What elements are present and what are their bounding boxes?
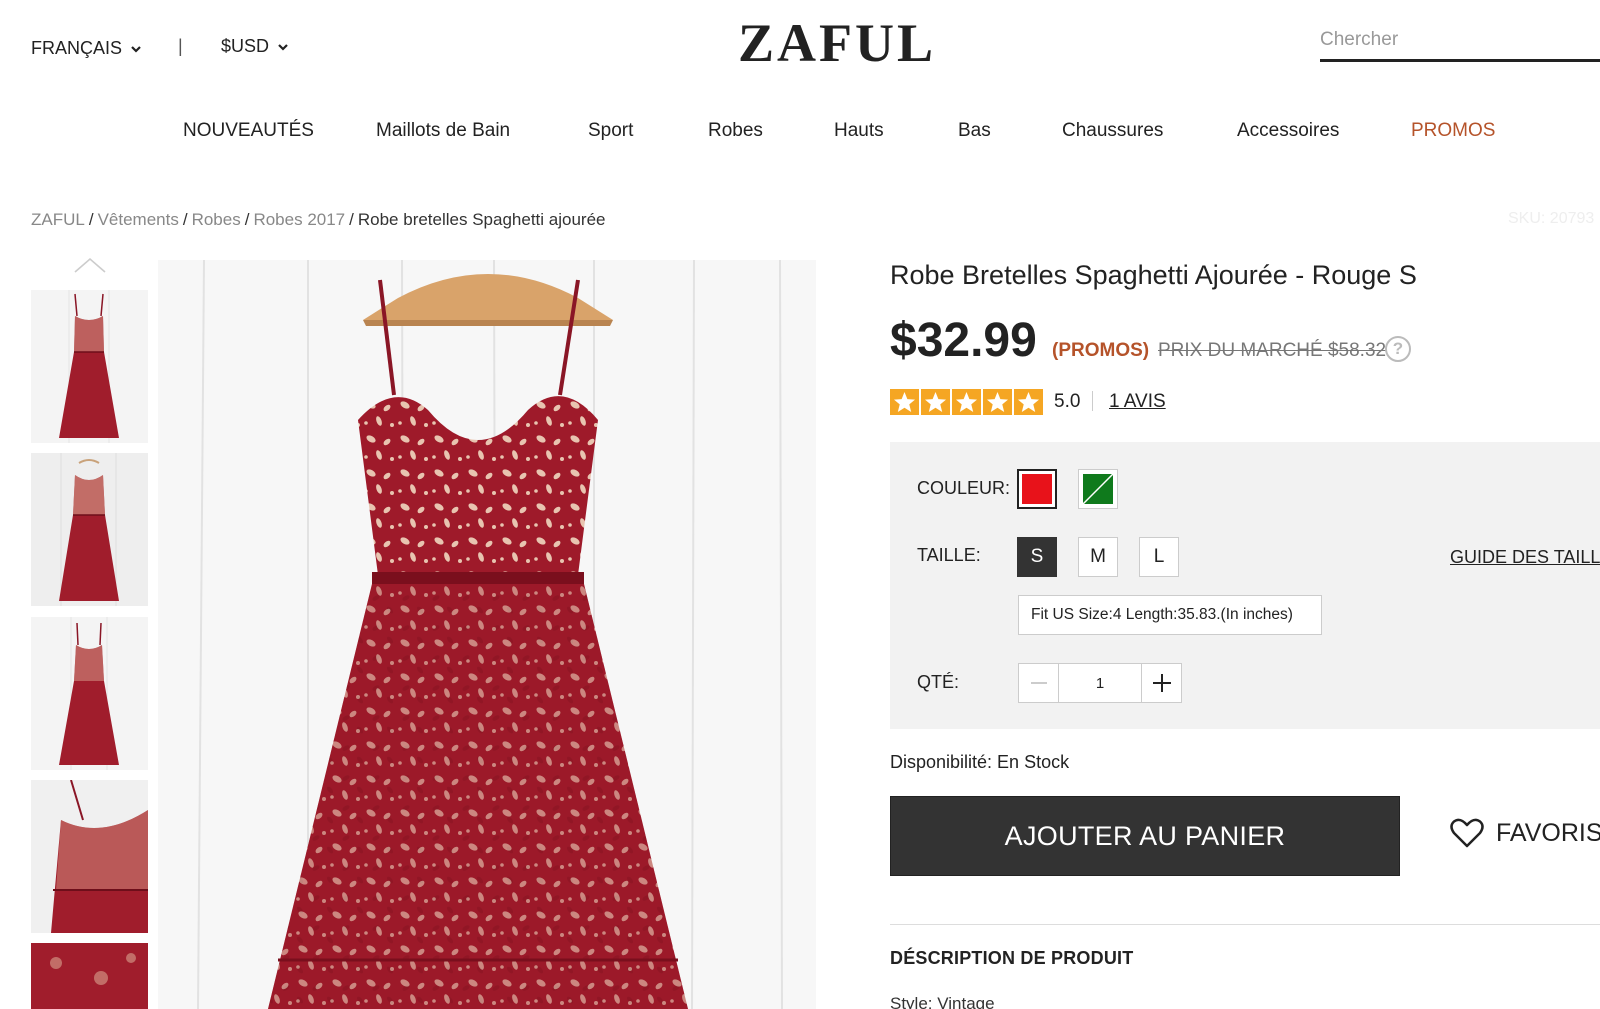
- nav-item-robes[interactable]: Robes: [708, 120, 763, 142]
- rating-stars: [890, 389, 1043, 415]
- size-option-s[interactable]: S: [1017, 537, 1057, 577]
- breadcrumb-separator: /: [349, 210, 354, 229]
- favorites-label: FAVORIS: [1496, 818, 1600, 847]
- language-selector[interactable]: FRANÇAIS: [31, 38, 142, 59]
- size-option-l[interactable]: L: [1139, 537, 1179, 577]
- quantity-label: QTÉ:: [917, 672, 960, 692]
- site-logo[interactable]: ZAFUL: [738, 12, 936, 74]
- dress-main-image: [158, 260, 816, 1009]
- nav-item-nouveautes[interactable]: NOUVEAUTÉS: [183, 120, 314, 142]
- thumbnail-3[interactable]: [31, 617, 148, 770]
- quantity-decrease-button[interactable]: [1019, 664, 1059, 702]
- thumbnail-4[interactable]: [31, 780, 148, 933]
- currency-selector[interactable]: $USD: [221, 36, 289, 57]
- star-icon: [921, 389, 950, 415]
- color-swatch-red[interactable]: [1017, 469, 1057, 509]
- product-price: $32.99: [890, 314, 1037, 367]
- section-divider: [890, 924, 1600, 925]
- sku-label: SKU: 20793: [1508, 210, 1595, 227]
- search-input[interactable]: [1320, 20, 1600, 56]
- breadcrumb-separator: /: [244, 210, 250, 229]
- thumbnail-1[interactable]: [31, 290, 148, 443]
- star-icon: [983, 389, 1012, 415]
- thumbnail-2[interactable]: [31, 453, 148, 606]
- heart-icon: [1450, 818, 1484, 848]
- nav-item-hauts[interactable]: Hauts: [834, 120, 884, 142]
- star-icon: [890, 389, 919, 415]
- dress-thumbnail-image: [31, 453, 148, 606]
- breadcrumb-link-zaful[interactable]: ZAFUL: [31, 210, 85, 229]
- currency-label: $USD: [221, 36, 270, 56]
- nav-item-accessoires[interactable]: Accessoires: [1237, 120, 1339, 142]
- nav-item-maillots[interactable]: Maillots de Bain: [376, 120, 510, 142]
- chevron-down-icon: [278, 43, 288, 51]
- reviews-link[interactable]: 1 AVIS: [1109, 391, 1166, 413]
- breadcrumb-link-robes-2017[interactable]: Robes 2017: [253, 210, 345, 229]
- dress-thumbnail-image: [31, 780, 148, 933]
- size-guide-link[interactable]: GUIDE DES TAILLES: [1450, 547, 1600, 568]
- breadcrumb: ZAFUL / Vêtements / Robes / Robes 2017/Robe br…: [31, 210, 606, 230]
- product-options: COULEUR: TAILLE: S M L GUIDE DES TAILLES…: [890, 442, 1600, 729]
- dress-thumbnail-image: [31, 943, 148, 1009]
- main-product-image[interactable]: [158, 260, 816, 1009]
- star-icon: [952, 389, 981, 415]
- red-swatch-fill: [1022, 474, 1052, 504]
- search-box: [1320, 20, 1600, 62]
- nav-item-promos[interactable]: PROMOS: [1411, 120, 1495, 142]
- top-bar: FRANÇAIS | $USD ZAFUL: [0, 0, 1600, 90]
- breadcrumb-separator: /: [182, 210, 188, 229]
- size-label: TAILLE:: [917, 545, 981, 565]
- quantity-input[interactable]: [1059, 664, 1141, 702]
- header-separator: |: [178, 36, 183, 56]
- minus-icon: [1030, 682, 1047, 684]
- dress-thumbnail-image: [31, 290, 148, 443]
- chevron-down-icon: [131, 45, 141, 53]
- help-icon[interactable]: ?: [1385, 336, 1411, 362]
- nav-item-bas[interactable]: Bas: [958, 120, 991, 142]
- breadcrumb-link-robes[interactable]: Robes: [192, 210, 241, 229]
- green-swatch-fill: [1082, 473, 1114, 505]
- breadcrumb-separator: /: [88, 210, 94, 229]
- rating-value: 5.0: [1054, 391, 1081, 412]
- nav-item-sport[interactable]: Sport: [588, 120, 633, 142]
- color-label: COULEUR:: [917, 478, 1011, 498]
- size-option-m[interactable]: M: [1078, 537, 1118, 577]
- quantity-increase-button[interactable]: [1141, 664, 1181, 702]
- market-price: PRIX DU MARCHÉ $58.32: [1158, 340, 1387, 361]
- plus-icon: [1152, 674, 1171, 692]
- thumbnail-scroll-up-icon[interactable]: [73, 256, 107, 274]
- promo-tag: (PROMOS): [1052, 340, 1150, 361]
- language-label: FRANÇAIS: [31, 38, 123, 58]
- quantity-stepper: [1018, 663, 1182, 703]
- description-style-line: Style: Vintage: [890, 994, 995, 1009]
- main-nav: NOUVEAUTÉS Maillots de Bain Sport Robes …: [0, 120, 1600, 150]
- dress-thumbnail-image: [31, 617, 148, 770]
- star-icon: [1014, 389, 1043, 415]
- rating-divider: [1092, 391, 1093, 411]
- availability-status: Disponibilité: En Stock: [890, 752, 1070, 772]
- fit-info: Fit US Size:4 Length:35.83.(In inches): [1018, 595, 1322, 635]
- thumbnail-5[interactable]: [31, 943, 148, 1009]
- product-title: Robe Bretelles Spaghetti Ajourée - Rouge…: [890, 260, 1417, 290]
- nav-item-chaussures[interactable]: Chaussures: [1062, 120, 1163, 142]
- breadcrumb-current: Robe bretelles Spaghetti ajourée: [357, 210, 606, 229]
- description-heading: DÉSCRIPTION DE PRODUIT: [890, 948, 1134, 968]
- breadcrumb-link-vetements[interactable]: Vêtements: [98, 210, 179, 229]
- color-swatch-green[interactable]: [1078, 469, 1118, 509]
- add-to-cart-button[interactable]: AJOUTER AU PANIER: [890, 796, 1400, 876]
- favorites-button[interactable]: FAVORIS: [1450, 818, 1600, 848]
